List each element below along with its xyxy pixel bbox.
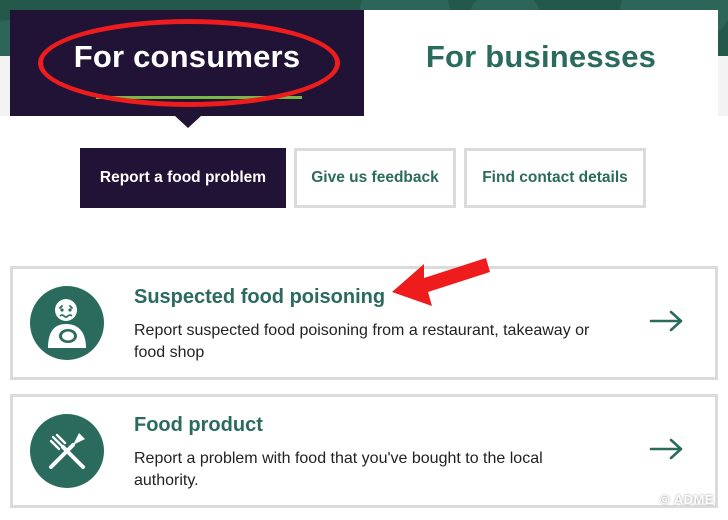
give-feedback-button[interactable]: Give us feedback bbox=[294, 148, 456, 208]
card-title[interactable]: Food product bbox=[134, 414, 263, 437]
card-description: Report a problem with food that you've b… bbox=[134, 450, 543, 489]
fork-knife-icon bbox=[30, 414, 104, 488]
tab-for-businesses[interactable]: For businesses bbox=[364, 10, 718, 116]
red-arrow-annotation bbox=[392, 258, 490, 306]
card-suspected-food-poisoning[interactable]: Suspected food poisoning Report suspecte… bbox=[10, 266, 718, 380]
red-ellipse-annotation bbox=[38, 19, 340, 107]
card-title[interactable]: Suspected food poisoning bbox=[134, 286, 385, 309]
card-food-product[interactable]: Food product Report a problem with food … bbox=[10, 394, 718, 508]
sub-navigation: Report a food problem Give us feedback F… bbox=[80, 148, 646, 208]
card-description: Report suspected food poisoning from a r… bbox=[134, 322, 590, 361]
find-contact-details-button[interactable]: Find contact details bbox=[464, 148, 646, 208]
active-tab-pointer bbox=[175, 116, 201, 128]
watermark: © ADME bbox=[660, 492, 714, 507]
arrow-right-icon[interactable] bbox=[649, 437, 685, 461]
arrow-right-icon[interactable] bbox=[649, 309, 685, 333]
sick-person-icon bbox=[30, 286, 104, 360]
report-food-problem-button[interactable]: Report a food problem bbox=[80, 148, 286, 208]
tab-for-businesses-label: For businesses bbox=[425, 39, 657, 74]
